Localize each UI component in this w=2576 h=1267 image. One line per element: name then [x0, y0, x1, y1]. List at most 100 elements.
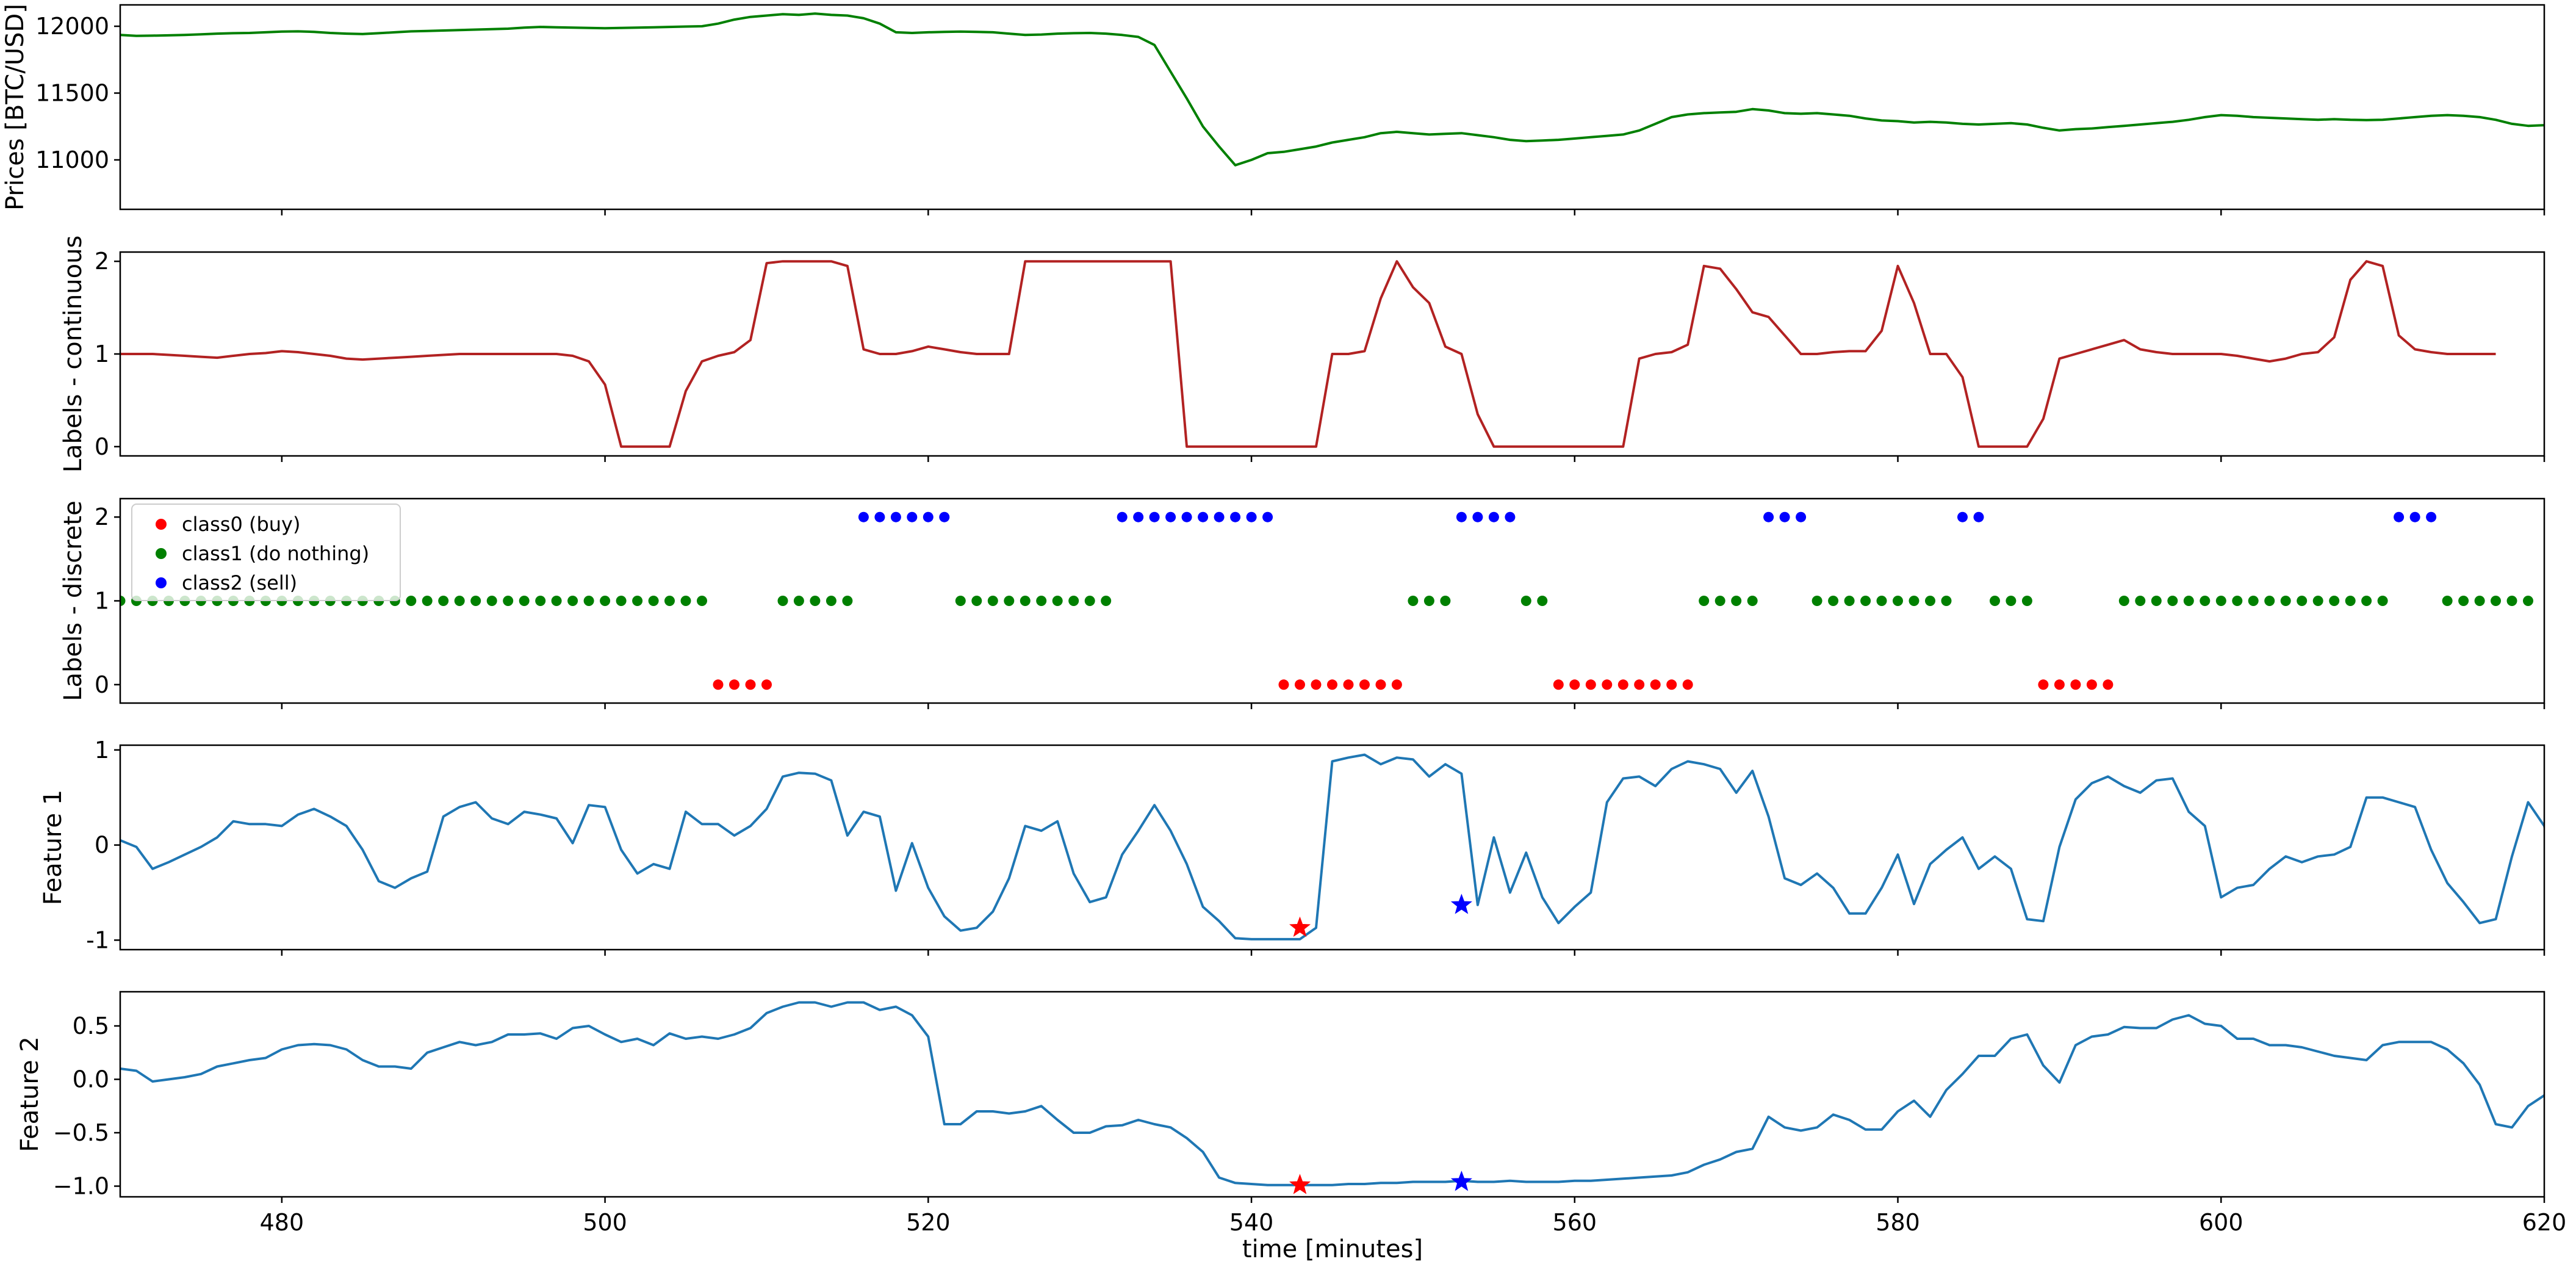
class-point [1553, 679, 1564, 690]
class-point [2491, 596, 2501, 606]
class-point [2442, 596, 2453, 606]
class-point [1375, 679, 1386, 690]
class-point [1779, 511, 1790, 522]
class-point [987, 596, 998, 606]
class-point [1214, 511, 1225, 522]
y-axis-label: Feature 2 [16, 1036, 44, 1152]
class-point [1699, 596, 1710, 606]
class-point [2297, 596, 2308, 606]
class-point [1327, 679, 1337, 690]
class-point [1408, 596, 1419, 606]
class-point [1117, 511, 1128, 522]
class-point [1165, 511, 1176, 522]
class-point [1311, 679, 1322, 690]
y-axis-label: Labels - discrete [59, 500, 87, 701]
class-point [470, 596, 481, 606]
class-point [1634, 679, 1645, 690]
class-point [745, 679, 756, 690]
class-point [2054, 679, 2065, 690]
x-tick-label: 480 [260, 1209, 304, 1236]
class-point [1893, 596, 1903, 606]
legend-entry: class0 (buy) [182, 513, 300, 536]
x-axis-label: time [minutes] [1242, 1235, 1423, 1263]
panel-frame [119, 4, 2545, 211]
y-axis-label: Prices [BTC/USD] [1, 4, 29, 211]
panel-frame [119, 991, 2545, 1198]
class-point [1230, 511, 1241, 522]
class-point [1472, 511, 1483, 522]
legend-marker [156, 577, 167, 588]
class-point [2248, 596, 2259, 606]
class-point [454, 596, 465, 606]
class-point [2345, 596, 2356, 606]
y-tick-label: 0 [95, 433, 109, 460]
class-point [1198, 511, 1209, 522]
y-tick-label: −0.5 [53, 1119, 109, 1146]
y-tick-label: 2 [95, 248, 109, 275]
class-point [2232, 596, 2243, 606]
class-point [1957, 511, 1968, 522]
class-point [939, 511, 950, 522]
class-point [923, 511, 934, 522]
chart-figure: time [minutes] 110001150012000Prices [BT… [1, 4, 2566, 1263]
x-tick-label: 500 [583, 1209, 627, 1236]
y-tick-label: 1 [95, 737, 109, 763]
x-tick-label: 560 [1553, 1209, 1597, 1236]
class-point [2312, 596, 2323, 606]
class-point [1101, 596, 1112, 606]
class-point [971, 596, 982, 606]
panel-prices: 11000 11500 12000Prices [BTC/USD] [1, 4, 2545, 215]
class-point [551, 596, 562, 606]
class-point [1909, 596, 1919, 606]
panel-feature1: -1 0 1 Feature 1 [39, 737, 2545, 956]
class-point [1714, 596, 1725, 606]
y-tick-label: 0 [95, 832, 109, 859]
legend-entry: class2 (sell) [182, 571, 297, 594]
class-point [600, 596, 611, 606]
x-tick-label: 600 [2199, 1209, 2243, 1236]
y-tick-label: 11000 [35, 146, 109, 173]
class-point [1262, 511, 1273, 522]
class-point [2200, 596, 2211, 606]
class-point [2151, 596, 2162, 606]
series-line-feature1 [120, 753, 2544, 940]
class-point [567, 596, 578, 606]
class-point [955, 596, 966, 606]
y-tick-label: 0 [95, 671, 109, 698]
class-point [1844, 596, 1855, 606]
class-point [1747, 596, 1758, 606]
class-point [874, 511, 885, 522]
y-axis-label: Labels - continuous [59, 236, 87, 473]
class-point [2523, 596, 2533, 606]
y-tick-label: 1 [95, 588, 109, 615]
legend: class0 (buy) class1 (do nothing) class2 (s… [131, 504, 401, 601]
y-tick-label: -1 [86, 926, 109, 953]
panel-labels_continuous: 0 1 2 Labels - continuous [59, 236, 2545, 473]
class-point [2409, 511, 2420, 522]
class-point [729, 679, 739, 690]
y-axis-label: Feature 1 [39, 790, 67, 905]
class-point [1811, 596, 1822, 606]
class-point [2038, 679, 2049, 690]
class-point [422, 596, 433, 606]
class-point [890, 511, 901, 522]
class-point [2183, 596, 2194, 606]
class-point [1359, 679, 1370, 690]
class-point [1731, 596, 1742, 606]
class-point [2006, 596, 2017, 606]
class-point [1585, 679, 1596, 690]
y-tick-label: 12000 [35, 13, 109, 40]
y-tick-label: 0.5 [73, 1013, 109, 1039]
class-point [1052, 596, 1063, 606]
class-point [680, 596, 691, 606]
class-point [2135, 596, 2146, 606]
class-point [1456, 511, 1467, 522]
x-tick-label: 580 [1876, 1209, 1920, 1236]
class-point [519, 596, 530, 606]
class-point [713, 679, 724, 690]
class-point [2474, 596, 2485, 606]
class-point [2086, 679, 2097, 690]
class-point [1084, 596, 1095, 606]
class-point [2377, 596, 2388, 606]
class-point [2329, 596, 2340, 606]
